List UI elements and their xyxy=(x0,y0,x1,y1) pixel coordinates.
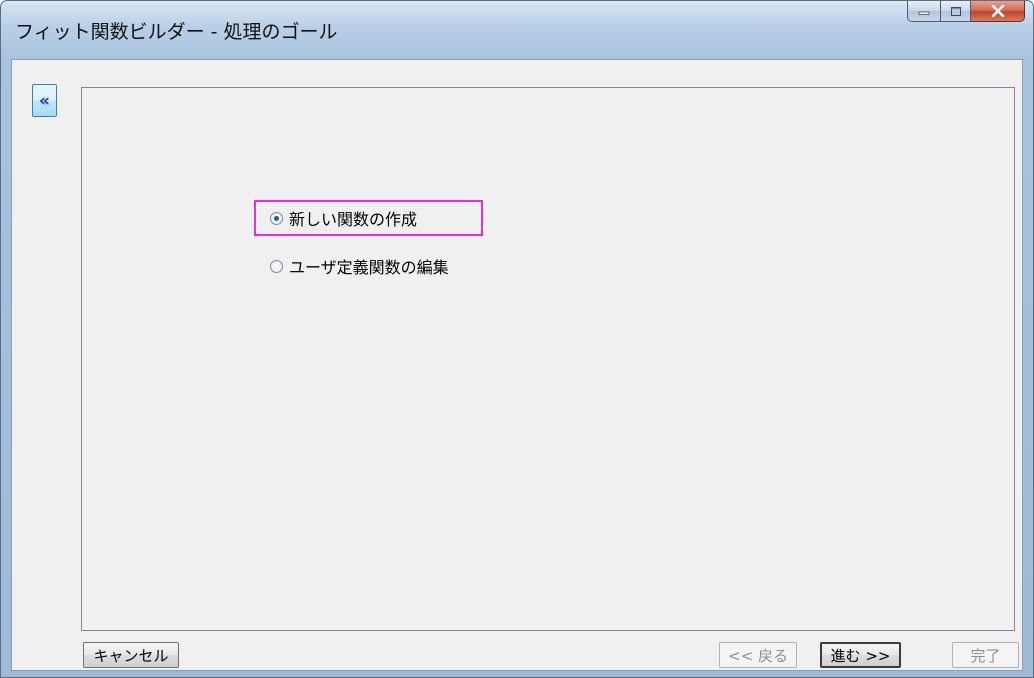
maximize-icon xyxy=(950,6,961,16)
cancel-button[interactable]: キャンセル xyxy=(83,642,179,668)
radio-create-new-function[interactable] xyxy=(270,211,283,225)
option-label: ユーザ定義関数の編集 xyxy=(289,258,449,277)
dialog-window: フィット関数ビルダー - 処理のゴール « 新しい関数の作成 ユーザ定義関数の編… xyxy=(0,0,1034,678)
window-title: フィット関数ビルダー - 処理のゴール xyxy=(15,21,338,43)
maximize-button[interactable] xyxy=(941,1,971,22)
radio-edit-user-function[interactable] xyxy=(270,259,283,273)
minimize-button[interactable] xyxy=(907,1,941,22)
next-button[interactable]: 進む >> xyxy=(820,642,901,668)
option-label: 新しい関数の作成 xyxy=(289,210,418,229)
minimize-icon xyxy=(918,11,930,15)
dialog-client-area: « 新しい関数の作成 ユーザ定義関数の編集 キャンセル << 戻る 進む >> … xyxy=(11,59,1023,671)
close-icon xyxy=(991,5,1004,17)
double-chevron-left-icon: « xyxy=(39,90,50,111)
finish-button[interactable]: 完了 xyxy=(952,642,1019,668)
caption-buttons xyxy=(907,1,1025,23)
option-create-new-function[interactable]: 新しい関数の作成 xyxy=(254,200,483,236)
goal-panel: 新しい関数の作成 ユーザ定義関数の編集 xyxy=(81,87,1015,631)
option-edit-user-function[interactable]: ユーザ定義関数の編集 xyxy=(254,248,449,284)
collapse-panel-button[interactable]: « xyxy=(32,84,57,117)
close-button[interactable] xyxy=(971,1,1025,22)
back-button[interactable]: << 戻る xyxy=(719,642,797,668)
title-bar[interactable]: フィット関数ビルダー - 処理のゴール xyxy=(1,1,1033,59)
